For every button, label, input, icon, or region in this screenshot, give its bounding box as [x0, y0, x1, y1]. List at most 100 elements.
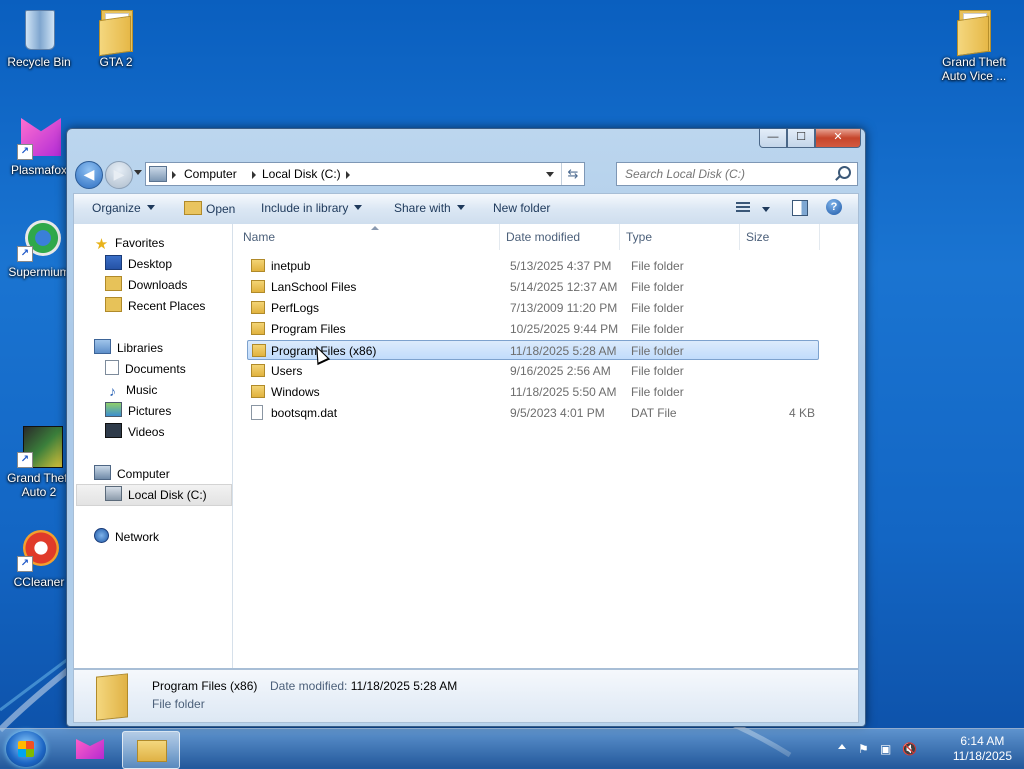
navigation-pane[interactable]: ★ Favorites Desktop Downloads Recent Plac… [74, 224, 233, 668]
content-area: ★ Favorites Desktop Downloads Recent Plac… [73, 224, 859, 669]
supermium-icon: ↗ [17, 218, 61, 262]
new-folder-button[interactable]: New folder [493, 201, 550, 215]
desktop-icon-recycle-bin[interactable]: Recycle Bin [3, 8, 75, 69]
open-button[interactable]: Open [184, 201, 235, 216]
desktop-icon-gta-2[interactable]: GTA 2 [80, 8, 152, 69]
refresh-button[interactable]: ⇆ [561, 163, 584, 185]
volume-muted-icon[interactable]: 🔇 [902, 742, 917, 756]
nav-libraries[interactable]: Libraries [94, 338, 163, 358]
folder-icon [251, 259, 265, 272]
desktop-icon [105, 255, 122, 270]
taskbar: ⚑ ▣ 🔇 6:14 AM 11/18/2025 [0, 728, 1024, 769]
clock[interactable]: 6:14 AM 11/18/2025 [953, 734, 1012, 764]
arrow-left-icon: ◀ [83, 166, 95, 182]
folder-icon [952, 8, 996, 57]
table-row-selected[interactable]: Program Files (x86) 11/18/2025 5:28 AM Fil… [247, 340, 819, 360]
address-history-dropdown[interactable] [546, 172, 554, 177]
folder-icon [251, 280, 265, 293]
column-header-size[interactable]: Size [740, 224, 820, 250]
search-box[interactable] [616, 162, 858, 186]
desktop-icon-ccleaner[interactable]: ↗ CCleaner [3, 528, 75, 589]
column-header-name[interactable]: Name [237, 224, 500, 250]
windows-logo-icon [18, 741, 34, 757]
plasmafox-icon: ↗ [17, 116, 61, 160]
chevron-right-icon[interactable] [252, 171, 256, 179]
shortcut-arrow-icon: ↗ [17, 556, 33, 572]
search-icon[interactable] [838, 166, 851, 179]
close-button[interactable]: ✕ [815, 129, 861, 148]
share-with-button[interactable]: Share with [394, 201, 465, 215]
computer-icon [94, 465, 111, 480]
column-header-date-modified[interactable]: Date modified [500, 224, 620, 250]
action-center-flag-icon[interactable]: ⚑ [858, 742, 872, 756]
nav-local-disk[interactable]: Local Disk (C:) [76, 484, 232, 506]
change-view-icon[interactable] [736, 202, 750, 214]
nav-favorites[interactable]: ★ Favorites [94, 233, 165, 253]
recent-pages-dropdown[interactable] [134, 170, 142, 175]
nav-downloads[interactable]: Downloads [105, 275, 187, 295]
folder-icon [94, 8, 138, 57]
help-button[interactable]: ? [826, 199, 842, 215]
start-button[interactable] [6, 731, 46, 767]
table-row[interactable]: Users 9/16/2025 2:56 AM File folder [247, 361, 819, 381]
chevron-down-icon [146, 205, 155, 210]
nav-recent-places[interactable]: Recent Places [105, 296, 205, 316]
network-icon[interactable]: ▣ [880, 742, 894, 756]
plasmafox-icon [76, 739, 104, 759]
hard-disk-icon [105, 486, 122, 501]
command-bar: Organize Open Include in library Share w… [73, 193, 859, 225]
sort-ascending-icon [371, 226, 379, 230]
include-in-library-button[interactable]: Include in library [261, 201, 363, 215]
taskbar-windows-explorer[interactable] [122, 731, 180, 769]
explorer-window[interactable]: — ☐ ✕ ◀ ▶ Computer Local Disk (C:) ⇆ Org… [66, 128, 866, 727]
column-header-type[interactable]: Type [620, 224, 740, 250]
film-icon [105, 423, 122, 438]
table-row[interactable]: PerfLogs 7/13/2009 11:20 PM File folder [247, 298, 819, 318]
table-row[interactable]: bootsqm.dat 9/5/2023 4:01 PM DAT File 4 KB [247, 403, 819, 423]
nav-documents[interactable]: Documents [105, 359, 186, 379]
folder-icon [251, 385, 265, 398]
music-note-icon: ♪ [109, 383, 116, 399]
desktop-icon-supermium[interactable]: ↗ Supermium [3, 218, 75, 279]
folder-icon [252, 344, 266, 357]
breadcrumb-local-disk[interactable]: Local Disk (C:) [262, 167, 341, 181]
chevron-right-icon[interactable] [172, 171, 176, 179]
table-row[interactable]: Windows 11/18/2025 5:50 AM File folder [247, 382, 819, 402]
libraries-icon [94, 339, 111, 354]
view-options-dropdown[interactable] [762, 207, 770, 212]
breadcrumb-computer[interactable]: Computer [184, 167, 237, 181]
folder-icon [251, 301, 265, 314]
maximize-button[interactable]: ☐ [787, 129, 815, 148]
table-row[interactable]: LanSchool Files 5/14/2025 12:37 AM File fo… [247, 277, 819, 297]
nav-pictures[interactable]: Pictures [105, 401, 171, 421]
nav-desktop[interactable]: Desktop [105, 254, 172, 274]
organize-button[interactable]: Organize [92, 201, 155, 215]
file-list[interactable]: Name Date modified Type Size inetpub 5/13… [233, 224, 858, 668]
nav-computer[interactable]: Computer [94, 464, 170, 484]
nav-videos[interactable]: Videos [105, 422, 164, 442]
preview-pane-icon[interactable] [792, 200, 808, 216]
show-hidden-icons-button[interactable] [838, 744, 846, 749]
chevron-right-icon[interactable] [346, 171, 350, 179]
nav-network[interactable]: Network [94, 527, 159, 547]
table-row[interactable]: Program Files 10/25/2025 9:44 PM File fold… [247, 319, 819, 339]
minimize-button[interactable]: — [759, 129, 787, 148]
desktop-icon-plasmafox[interactable]: ↗ Plasmafox [3, 116, 75, 177]
taskbar-plasmafox[interactable] [62, 731, 118, 767]
shortcut-arrow-icon: ↗ [17, 246, 33, 262]
back-button[interactable]: ◀ [75, 161, 103, 189]
address-bar[interactable]: Computer Local Disk (C:) ⇆ [145, 162, 585, 186]
star-icon: ★ [94, 236, 109, 253]
nav-music[interactable]: ♪ Music [105, 380, 157, 400]
window-controls: — ☐ ✕ [759, 129, 861, 148]
forward-button[interactable]: ▶ [105, 161, 133, 189]
table-row[interactable]: inetpub 5/13/2025 4:37 PM File folder [247, 256, 819, 276]
network-icon [94, 528, 109, 543]
folder-icon [251, 322, 265, 335]
search-input[interactable] [623, 165, 832, 183]
folder-icon [251, 364, 265, 377]
shortcut-arrow-icon: ↗ [17, 452, 33, 468]
desktop-icon-grand-theft-auto-vice[interactable]: Grand Theft Auto Vice ... [938, 8, 1010, 83]
desktop-icon-grand-theft-auto-2[interactable]: ↗ Grand Theft Auto 2 [3, 424, 75, 499]
details-name: Program Files (x86) [152, 679, 258, 693]
